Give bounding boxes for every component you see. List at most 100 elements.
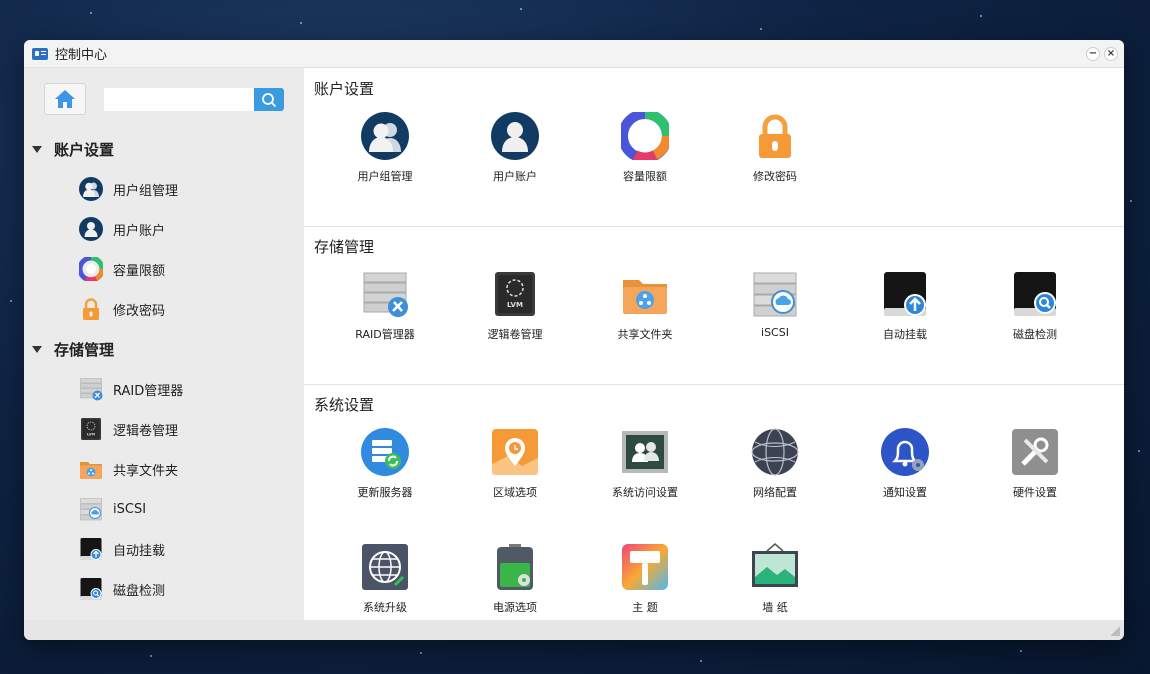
window-title: 控制中心 <box>55 48 108 63</box>
tile-label: 系统访问设置 <box>612 486 678 499</box>
theme-icon <box>621 543 669 591</box>
tile-hardware[interactable]: 硬件设置 <box>970 428 1100 500</box>
tile-network[interactable]: 网络配置 <box>710 428 840 500</box>
sidebar-item-raid[interactable]: RAID管理器 <box>24 369 304 409</box>
lvm-icon <box>79 417 103 441</box>
tile-label: 硬件设置 <box>1013 486 1057 499</box>
tile-update-server[interactable]: 更新服务器 <box>320 428 450 500</box>
home-button[interactable] <box>44 83 86 115</box>
sidebar-item-user-group[interactable]: 用户组管理 <box>24 169 304 209</box>
tile-label: 通知设置 <box>883 486 927 499</box>
iscsi-icon <box>79 497 103 521</box>
sidebar-item-label: 容量限额 <box>113 263 166 279</box>
search-input[interactable] <box>104 88 254 111</box>
control-center-window: 控制中心 − × 账户设置 用户组管理 用户账户 容量限额 修改密码 存储管理 … <box>24 40 1124 640</box>
tile-label: RAID管理器 <box>355 328 415 341</box>
tile-raid[interactable]: RAID管理器 <box>320 270 450 342</box>
shared-folder-icon <box>621 270 669 318</box>
sidebar-item-disk-check[interactable]: 磁盘检测 <box>24 569 304 609</box>
power-icon <box>491 543 539 591</box>
tile-label: iSCSI <box>761 326 789 339</box>
tile-label: 容量限额 <box>623 170 667 183</box>
raid-icon <box>79 377 103 401</box>
sidebar-item-quota[interactable]: 容量限额 <box>24 249 304 289</box>
sidebar-section-accounts: 账户设置 用户组管理 用户账户 容量限额 修改密码 <box>24 129 304 329</box>
tile-label: 逻辑卷管理 <box>487 328 543 341</box>
user-group-icon <box>361 112 409 160</box>
hardware-icon <box>1011 428 1059 476</box>
tile-system-access[interactable]: 系统访问设置 <box>580 428 710 500</box>
sidebar-section-label: 存储管理 <box>54 340 115 359</box>
sidebar-item-label: 用户组管理 <box>113 183 179 199</box>
tile-label: 系统升级 <box>363 601 407 614</box>
disk-check-icon <box>1011 270 1059 318</box>
section-title-accounts: 账户设置 <box>314 80 375 98</box>
status-bar <box>24 620 1124 640</box>
tile-label: 自动挂载 <box>883 328 927 341</box>
tile-user-group[interactable]: 用户组管理 <box>320 112 450 184</box>
section-divider <box>304 226 1124 227</box>
tile-label: 网络配置 <box>753 486 797 499</box>
update-server-icon <box>361 428 409 476</box>
sidebar-section-header[interactable]: 账户设置 <box>24 129 304 169</box>
tile-wallpaper[interactable]: 墙 纸 <box>710 543 840 615</box>
shared-folder-icon <box>79 457 103 481</box>
tile-user-account[interactable]: 用户账户 <box>450 112 580 184</box>
tile-theme[interactable]: 主 题 <box>580 543 710 615</box>
tile-label: 共享文件夹 <box>617 328 673 341</box>
sidebar-section-label: 账户设置 <box>54 140 115 159</box>
search-button[interactable] <box>254 88 284 111</box>
tile-power[interactable]: 电源选项 <box>450 543 580 615</box>
tile-change-password[interactable]: 修改密码 <box>710 112 840 184</box>
sidebar-item-iscsi[interactable]: iSCSI <box>24 489 304 529</box>
sidebar-item-label: 磁盘检测 <box>113 583 166 599</box>
automount-icon <box>881 270 929 318</box>
section-title-system: 系统设置 <box>314 396 375 414</box>
tile-iscsi[interactable]: iSCSI <box>710 270 840 339</box>
sidebar: 账户设置 用户组管理 用户账户 容量限额 修改密码 存储管理 RAID管理器 逻… <box>24 68 304 620</box>
sidebar-item-label: 修改密码 <box>113 303 166 319</box>
disk-check-icon <box>79 577 103 601</box>
tile-label: 区域选项 <box>493 486 537 499</box>
close-button[interactable]: × <box>1104 47 1118 61</box>
tile-label: 更新服务器 <box>357 486 413 499</box>
tile-label: 用户组管理 <box>357 170 413 183</box>
search-icon <box>262 92 277 107</box>
tile-quota[interactable]: 容量限额 <box>580 112 710 184</box>
bell-icon <box>881 428 929 476</box>
sidebar-item-automount[interactable]: 自动挂载 <box>24 529 304 569</box>
tile-lvm[interactable]: 逻辑卷管理 <box>450 270 580 342</box>
sidebar-item-change-password[interactable]: 修改密码 <box>24 289 304 329</box>
resize-grip-icon[interactable] <box>1110 626 1120 636</box>
collapse-triangle-icon <box>32 145 42 153</box>
user-account-icon <box>79 217 103 241</box>
sidebar-item-lvm[interactable]: 逻辑卷管理 <box>24 409 304 449</box>
sidebar-item-shared-folder[interactable]: 共享文件夹 <box>24 449 304 489</box>
raid-icon <box>361 270 409 318</box>
sidebar-item-label: 共享文件夹 <box>113 463 179 479</box>
quota-icon <box>621 112 669 160</box>
sidebar-item-user-account[interactable]: 用户账户 <box>24 209 304 249</box>
region-icon <box>491 428 539 476</box>
tile-upgrade[interactable]: 系统升级 <box>320 543 450 615</box>
tile-label: 主 题 <box>632 601 658 614</box>
tile-region[interactable]: 区域选项 <box>450 428 580 500</box>
quota-icon <box>79 257 103 281</box>
tile-automount[interactable]: 自动挂载 <box>840 270 970 342</box>
tile-shared-folder[interactable]: 共享文件夹 <box>580 270 710 342</box>
section-title-storage: 存储管理 <box>314 238 375 256</box>
tile-disk-check[interactable]: 磁盘检测 <box>970 270 1100 342</box>
sidebar-item-label: iSCSI <box>113 501 147 517</box>
title-bar[interactable]: 控制中心 − × <box>24 40 1124 68</box>
automount-icon <box>79 537 103 561</box>
section-divider <box>304 384 1124 385</box>
lock-icon <box>751 112 799 160</box>
tile-notification[interactable]: 通知设置 <box>840 428 970 500</box>
home-icon <box>53 87 77 111</box>
sidebar-section-header[interactable]: 存储管理 <box>24 329 304 369</box>
sidebar-section-storage: 存储管理 RAID管理器 逻辑卷管理 共享文件夹 iSCSI 自动挂载 磁盘检测 <box>24 329 304 609</box>
sidebar-item-label: RAID管理器 <box>113 383 184 399</box>
tile-label: 修改密码 <box>753 170 797 183</box>
minimize-button[interactable]: − <box>1086 47 1100 61</box>
sidebar-item-label: 逻辑卷管理 <box>113 423 179 439</box>
